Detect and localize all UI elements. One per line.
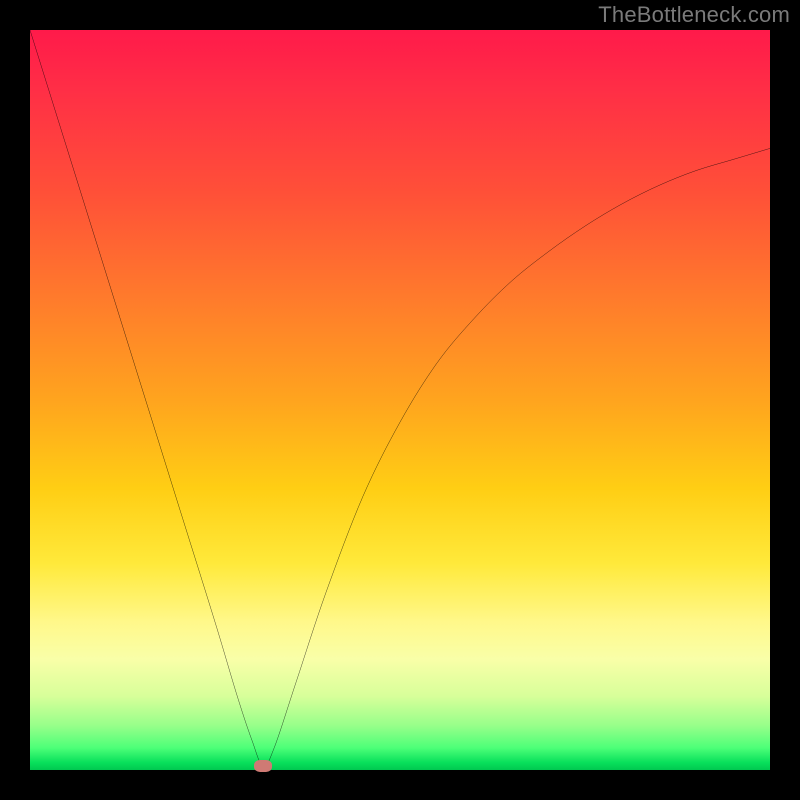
curve-layer xyxy=(30,30,770,770)
plot-area xyxy=(30,30,770,770)
watermark-label: TheBottleneck.com xyxy=(598,2,790,28)
bottleneck-curve xyxy=(30,30,770,766)
chart-container: TheBottleneck.com xyxy=(0,0,800,800)
optimal-point-marker xyxy=(254,760,272,772)
